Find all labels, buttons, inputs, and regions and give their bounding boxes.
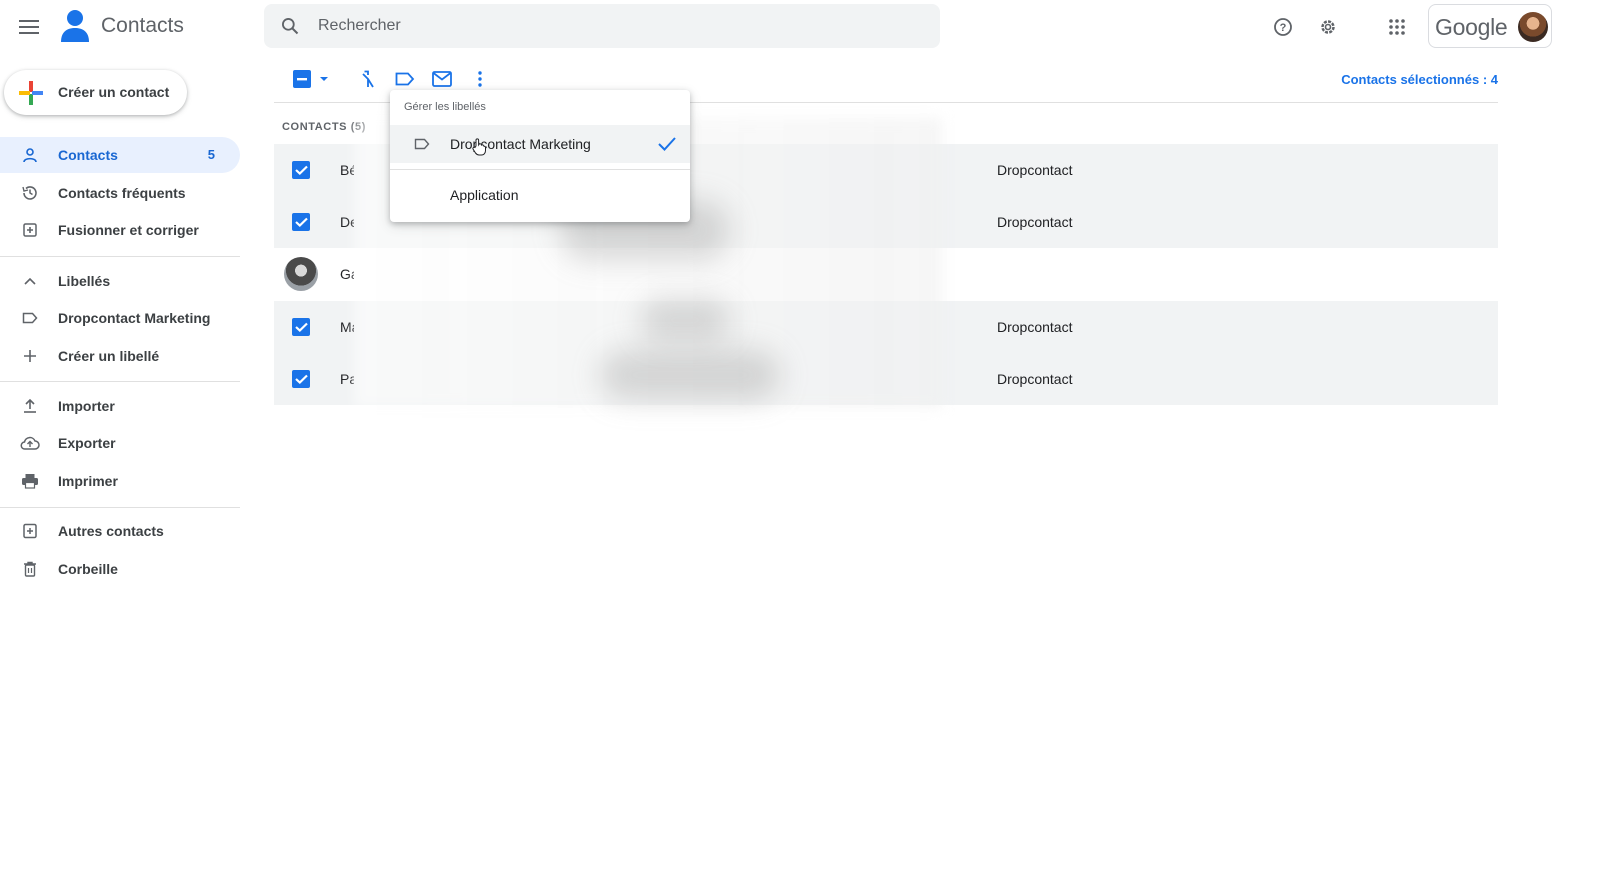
contact-name: Bé bbox=[340, 162, 354, 178]
selected-contacts-count: Contacts sélectionnés : 4 bbox=[1341, 72, 1498, 87]
sidebar-item-label: Dropcontact Marketing bbox=[58, 310, 211, 326]
hand-cursor-icon bbox=[472, 138, 486, 156]
label-icon bbox=[20, 308, 40, 328]
sidebar-item-dropcontact-marketing[interactable]: Dropcontact Marketing bbox=[0, 300, 240, 336]
contact-label: Dropcontact bbox=[997, 214, 1073, 230]
create-contact-label: Créer un contact bbox=[58, 84, 170, 100]
contact-label: Dropcontact bbox=[997, 319, 1073, 335]
send-email-icon[interactable] bbox=[431, 68, 453, 90]
search-icon[interactable] bbox=[280, 16, 300, 36]
row-checkbox[interactable] bbox=[292, 213, 310, 231]
sidebar-item-merge[interactable]: Fusionner et corriger bbox=[0, 212, 240, 248]
row-checkbox[interactable] bbox=[292, 161, 310, 179]
chevron-up-icon bbox=[20, 271, 40, 291]
select-dropdown-arrow-icon[interactable] bbox=[314, 68, 334, 90]
sidebar-labels-header[interactable]: Libellés bbox=[0, 263, 240, 299]
trash-icon bbox=[20, 559, 40, 579]
create-contact-button[interactable]: Créer un contact bbox=[4, 70, 187, 115]
sidebar-item-label: Exporter bbox=[58, 435, 116, 451]
contacts-logo-icon bbox=[61, 10, 89, 42]
app-header: Contacts ? Google bbox=[0, 0, 1600, 56]
check-icon bbox=[658, 137, 676, 151]
print-icon bbox=[20, 471, 40, 491]
merge-icon bbox=[20, 220, 40, 240]
contact-name: Pa bbox=[340, 371, 354, 387]
sidebar-item-contacts[interactable]: Contacts 5 bbox=[0, 137, 240, 173]
sidebar-item-label: Imprimer bbox=[58, 473, 118, 489]
menu-divider bbox=[390, 169, 690, 170]
sidebar-item-label: Importer bbox=[58, 398, 115, 414]
sidebar-divider bbox=[0, 507, 240, 508]
contact-label: Dropcontact bbox=[997, 371, 1073, 387]
sidebar-item-other-contacts[interactable]: Autres contacts bbox=[0, 513, 240, 549]
plus-colored-icon bbox=[19, 81, 43, 105]
sidebar-item-label: Créer un libellé bbox=[58, 348, 160, 364]
main-menu-icon[interactable] bbox=[14, 11, 46, 43]
plus-icon bbox=[20, 346, 40, 366]
search-input[interactable] bbox=[318, 4, 918, 48]
sidebar-divider bbox=[0, 256, 240, 257]
labels-section-title: Libellés bbox=[58, 273, 111, 289]
merge-contacts-icon[interactable] bbox=[357, 68, 379, 90]
sidebar-item-print[interactable]: Imprimer bbox=[0, 463, 240, 499]
menu-item-application[interactable]: Application bbox=[390, 176, 690, 214]
menu-item-dropcontact-marketing[interactable]: Dropcontact Marketing bbox=[390, 125, 690, 163]
contacts-count-badge: 5 bbox=[207, 147, 215, 162]
sidebar-item-export[interactable]: Exporter bbox=[0, 425, 240, 461]
label-icon bbox=[414, 138, 430, 150]
account-avatar[interactable] bbox=[1518, 12, 1548, 42]
cloud-upload-icon bbox=[20, 433, 40, 453]
menu-header: Gérer les libellés bbox=[404, 101, 486, 113]
app-name: Contacts bbox=[101, 14, 184, 37]
sidebar-item-import[interactable]: Importer bbox=[0, 388, 240, 424]
row-checkbox[interactable] bbox=[292, 370, 310, 388]
history-icon bbox=[20, 183, 40, 203]
sidebar-item-label: Corbeille bbox=[58, 561, 118, 577]
sidebar-item-label: Contacts fréquents bbox=[58, 185, 186, 201]
contact-name: Ma bbox=[340, 319, 354, 335]
other-contacts-icon bbox=[20, 521, 40, 541]
svg-text:?: ? bbox=[1280, 22, 1287, 34]
settings-gear-icon[interactable] bbox=[1313, 12, 1343, 42]
contact-avatar bbox=[284, 257, 318, 291]
help-icon[interactable]: ? bbox=[1268, 12, 1298, 42]
person-icon bbox=[20, 145, 40, 165]
contact-name: De bbox=[340, 214, 354, 230]
sidebar-item-frequent[interactable]: Contacts fréquents bbox=[0, 175, 240, 211]
sidebar-item-create-label[interactable]: Créer un libellé bbox=[0, 338, 240, 374]
redacted-blur-area bbox=[640, 300, 730, 340]
apps-grid-icon[interactable] bbox=[1382, 12, 1412, 42]
sidebar-item-label: Contacts bbox=[58, 147, 118, 163]
more-vert-icon[interactable] bbox=[469, 68, 491, 90]
search-box[interactable] bbox=[264, 4, 940, 48]
contact-name: Ga bbox=[340, 266, 354, 282]
row-checkbox[interactable] bbox=[292, 318, 310, 336]
sidebar-item-trash[interactable]: Corbeille bbox=[0, 551, 240, 587]
upload-icon bbox=[20, 396, 40, 416]
select-partial-checkbox[interactable] bbox=[291, 68, 313, 90]
account-switcher[interactable]: Google bbox=[1428, 4, 1552, 48]
sidebar-divider bbox=[0, 381, 240, 382]
menu-item-label: Application bbox=[450, 187, 519, 203]
manage-labels-icon[interactable] bbox=[394, 68, 416, 90]
manage-labels-menu: Gérer les libellés Dropcontact Marketing… bbox=[390, 90, 690, 222]
redacted-blur-area bbox=[600, 350, 780, 400]
sidebar-item-label: Autres contacts bbox=[58, 523, 164, 539]
google-wordmark: Google bbox=[1435, 14, 1508, 40]
sidebar-item-label: Fusionner et corriger bbox=[58, 222, 199, 238]
contact-label: Dropcontact bbox=[997, 162, 1073, 178]
